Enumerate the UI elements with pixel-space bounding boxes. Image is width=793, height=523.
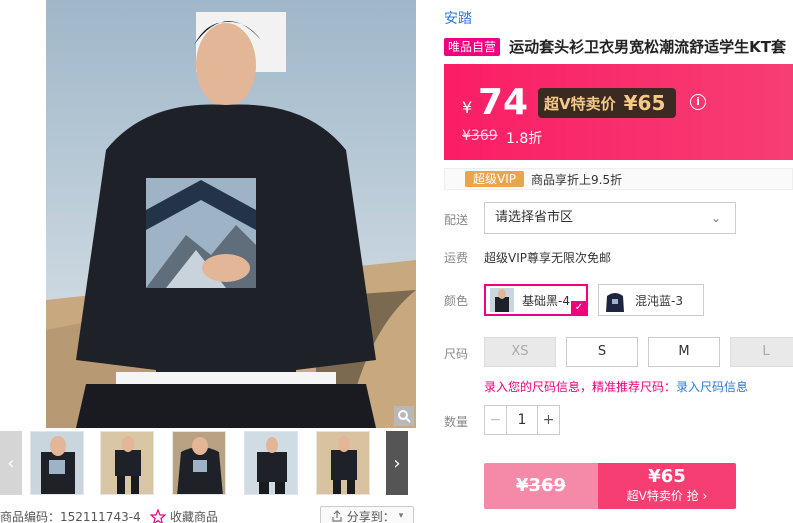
size-entry-link[interactable]: 录入尺码信息 <box>676 380 748 394</box>
chevron-left-icon: ‹ <box>7 452 15 474</box>
svip-price-badge: 超V特卖价 ¥65 <box>538 88 676 118</box>
thumbnail[interactable] <box>316 431 370 495</box>
thumb-prev-arrow[interactable]: ‹ <box>0 431 22 495</box>
quantity-label: 数量 <box>444 415 469 429</box>
thumbnail[interactable] <box>244 431 298 495</box>
buy-svip-price: ¥65 <box>648 466 686 487</box>
color-option-black[interactable]: 基础黑-4 ✓ <box>484 284 588 316</box>
brand-link[interactable]: 安踏 <box>444 8 472 28</box>
chevron-down-icon: ⌄ <box>710 211 721 225</box>
discount-rate: 1.8折 <box>506 131 543 147</box>
size-hint: 录入您的尺码信息，精准推荐尺码：录入尺码信息 <box>484 378 748 395</box>
region-select[interactable]: 请选择省市区 ⌄ <box>484 202 736 234</box>
buy-svip-label: 超V特卖价 抢 › <box>626 489 708 503</box>
vip-row: 超级VIP 商品享折上9.5折 <box>444 168 793 190</box>
buy-original-price-button[interactable]: ¥369 <box>484 463 598 509</box>
product-page: ‹ › 商品编码：152111743-4 收藏商品 分享到： ▾ 安踏 唯品自营… <box>0 0 793 523</box>
original-price: ¥369 <box>462 128 498 144</box>
star-icon <box>150 508 166 523</box>
thumb-next-arrow[interactable]: › <box>386 431 408 495</box>
title-row: 唯品自营 运动套头衫卫衣男宽松潮流舒适学生KT套 <box>444 36 793 58</box>
favorite-button[interactable]: 收藏商品 <box>150 508 218 523</box>
thumbnail[interactable] <box>30 431 84 495</box>
favorite-label: 收藏商品 <box>170 510 219 523</box>
region-select-value: 请选择省市区 <box>495 210 574 225</box>
main-product-image[interactable] <box>46 0 416 428</box>
size-option-m[interactable]: M <box>648 337 720 367</box>
size-hint-text: 录入您的尺码信息，精准推荐尺码： <box>484 380 677 394</box>
gallery-footer: 商品编码：152111743-4 收藏商品 分享到： ▾ <box>0 506 420 523</box>
thumbnail[interactable] <box>172 431 226 495</box>
size-option-xs[interactable]: XS <box>484 337 556 367</box>
sale-price: 74 <box>478 82 529 123</box>
vip-description: 商品享折上9.5折 <box>531 173 623 187</box>
thumbnail[interactable] <box>100 431 154 495</box>
size-option-l[interactable]: L <box>730 337 793 367</box>
price-box: ¥ 74 超V特卖价 ¥65 i ¥369 1.8折 <box>444 64 793 160</box>
info-icon[interactable]: i <box>690 94 706 110</box>
quantity-stepper: − 1 + <box>484 405 560 435</box>
thumbnail-strip: ‹ › <box>0 431 414 495</box>
size-option-s[interactable]: S <box>566 337 638 367</box>
self-operated-tag: 唯品自营 <box>444 37 501 56</box>
color-swatch-image <box>603 288 627 312</box>
quantity-input[interactable]: 1 <box>507 406 537 434</box>
svip-price: ¥65 <box>623 91 666 115</box>
color-option-navy[interactable]: 混沌蓝-3 <box>598 284 704 316</box>
delivery-label: 配送 <box>444 213 469 227</box>
color-swatch-image <box>490 288 514 312</box>
shipping-value: 超级VIP尊享无限次免邮 <box>484 251 611 265</box>
size-label: 尺码 <box>444 347 469 361</box>
share-icon <box>332 510 342 522</box>
buy-svip-button[interactable]: ¥65 超V特卖价 抢 › <box>598 463 736 509</box>
color-label: 颜色 <box>444 294 469 308</box>
shipping-label: 运费 <box>444 251 469 265</box>
magnifier-icon <box>398 410 411 423</box>
color-option-label: 混沌蓝-3 <box>635 293 683 308</box>
share-label: 分享到： <box>346 509 395 523</box>
quantity-minus-button[interactable]: − <box>485 406 507 434</box>
sku-code: 商品编码：152111743-4 <box>0 510 141 523</box>
checkmark-icon: ✓ <box>571 301 587 315</box>
chevron-down-icon: ▾ <box>398 511 404 521</box>
super-vip-tag: 超级VIP <box>465 171 524 187</box>
product-title: 运动套头衫卫衣男宽松潮流舒适学生KT套 <box>509 38 786 56</box>
chevron-right-icon: › <box>393 452 401 474</box>
currency-symbol: ¥ <box>462 98 473 117</box>
zoom-button[interactable] <box>394 406 414 426</box>
svip-label: 超V特卖价 <box>544 94 616 113</box>
color-option-label: 基础黑-4 <box>522 293 570 308</box>
share-button[interactable]: 分享到： ▾ <box>320 506 414 523</box>
quantity-plus-button[interactable]: + <box>537 406 559 434</box>
